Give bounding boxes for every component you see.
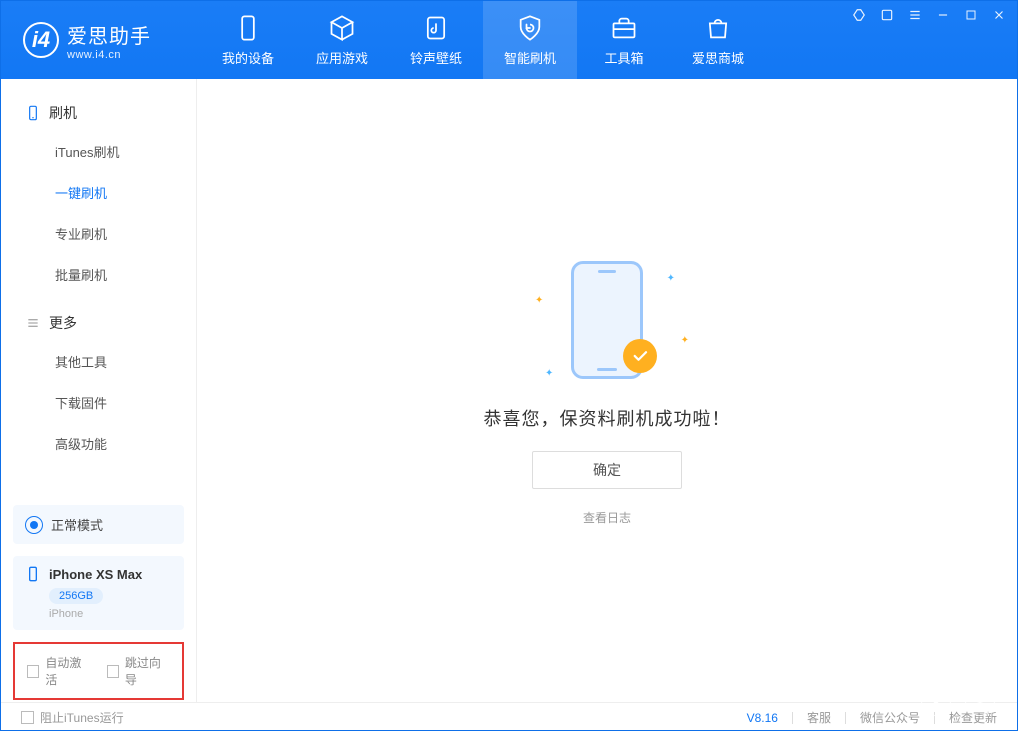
- tab-toolbox[interactable]: 工具箱: [577, 1, 671, 79]
- title-bar: i4 爱思助手 www.i4.cn 我的设备 应用游戏 铃声壁纸 智能刷机 工具…: [1, 1, 1017, 79]
- account-button[interactable]: [965, 686, 995, 716]
- sidebar-item-other-tools[interactable]: 其他工具: [1, 341, 196, 382]
- app-logo: i4 爱思助手 www.i4.cn: [23, 20, 201, 61]
- sidebar-item-pro-flash[interactable]: 专业刷机: [1, 213, 196, 254]
- window-controls: [851, 7, 1007, 23]
- device-card[interactable]: iPhone XS Max 256GB iPhone: [13, 556, 184, 630]
- menu-icon[interactable]: [907, 7, 923, 23]
- tab-apps-games[interactable]: 应用游戏: [295, 1, 389, 79]
- ok-button[interactable]: 确定: [532, 451, 682, 489]
- cube-icon: [328, 14, 356, 42]
- phone-icon: [234, 14, 262, 42]
- logo-icon: i4: [23, 22, 59, 58]
- sidebar-group-flash: 刷机: [1, 95, 196, 131]
- app-name: 爱思助手: [67, 20, 151, 49]
- maximize-button[interactable]: [963, 7, 979, 23]
- sidebar-item-download-firmware[interactable]: 下载固件: [1, 382, 196, 423]
- close-button[interactable]: [991, 7, 1007, 23]
- phone-icon: [25, 105, 41, 121]
- success-message: 恭喜您，保资料刷机成功啦！: [484, 405, 731, 431]
- downloads-button[interactable]: [921, 686, 951, 716]
- support-link[interactable]: 客服: [807, 709, 831, 726]
- tab-my-device[interactable]: 我的设备: [201, 1, 295, 79]
- feedback-icon[interactable]: [879, 7, 895, 23]
- success-illustration: ✦✦✦✦: [517, 255, 697, 385]
- sidebar-item-batch-flash[interactable]: 批量刷机: [1, 254, 196, 295]
- header-right-buttons: [921, 686, 995, 716]
- shield-refresh-icon: [516, 14, 544, 42]
- app-url: www.i4.cn: [67, 49, 151, 61]
- check-badge-icon: [623, 339, 657, 373]
- main-content: ✦✦✦✦ 恭喜您，保资料刷机成功啦！ 确定 查看日志: [197, 79, 1017, 702]
- device-mode-card[interactable]: 正常模式: [13, 505, 184, 544]
- list-icon: [25, 315, 41, 331]
- wechat-link[interactable]: 微信公众号: [860, 709, 920, 726]
- sidebar: 刷机 iTunes刷机 一键刷机 专业刷机 批量刷机 更多 其他工具 下载固件 …: [1, 79, 197, 702]
- view-log-link[interactable]: 查看日志: [583, 509, 631, 526]
- device-capacity: 256GB: [49, 588, 103, 604]
- toolbox-icon: [610, 14, 638, 42]
- sidebar-item-advanced[interactable]: 高级功能: [1, 423, 196, 464]
- main-tabs: 我的设备 应用游戏 铃声壁纸 智能刷机 工具箱 爱思商城: [201, 1, 765, 79]
- checkbox-auto-activate[interactable]: 自动激活: [27, 654, 91, 688]
- sidebar-item-oneclick-flash[interactable]: 一键刷机: [1, 172, 196, 213]
- device-type: iPhone: [49, 608, 172, 620]
- flash-options-highlighted: 自动激活 跳过向导: [13, 642, 184, 700]
- version-label[interactable]: V8.16: [747, 711, 778, 725]
- tab-smart-flash[interactable]: 智能刷机: [483, 1, 577, 79]
- tab-ringtones[interactable]: 铃声壁纸: [389, 1, 483, 79]
- checkbox-block-itunes[interactable]: 阻止iTunes运行: [21, 709, 124, 726]
- mode-status-icon: [25, 516, 43, 534]
- sidebar-item-itunes-flash[interactable]: iTunes刷机: [1, 131, 196, 172]
- minimize-button[interactable]: [935, 7, 951, 23]
- tab-store[interactable]: 爱思商城: [671, 1, 765, 79]
- sidebar-group-more: 更多: [1, 305, 196, 341]
- theme-icon[interactable]: [851, 7, 867, 23]
- music-file-icon: [422, 14, 450, 42]
- device-icon: [25, 566, 41, 582]
- status-bar: 阻止iTunes运行 V8.16 客服 微信公众号 检查更新: [1, 702, 1017, 732]
- bag-icon: [704, 14, 732, 42]
- checkbox-skip-guide[interactable]: 跳过向导: [107, 654, 171, 688]
